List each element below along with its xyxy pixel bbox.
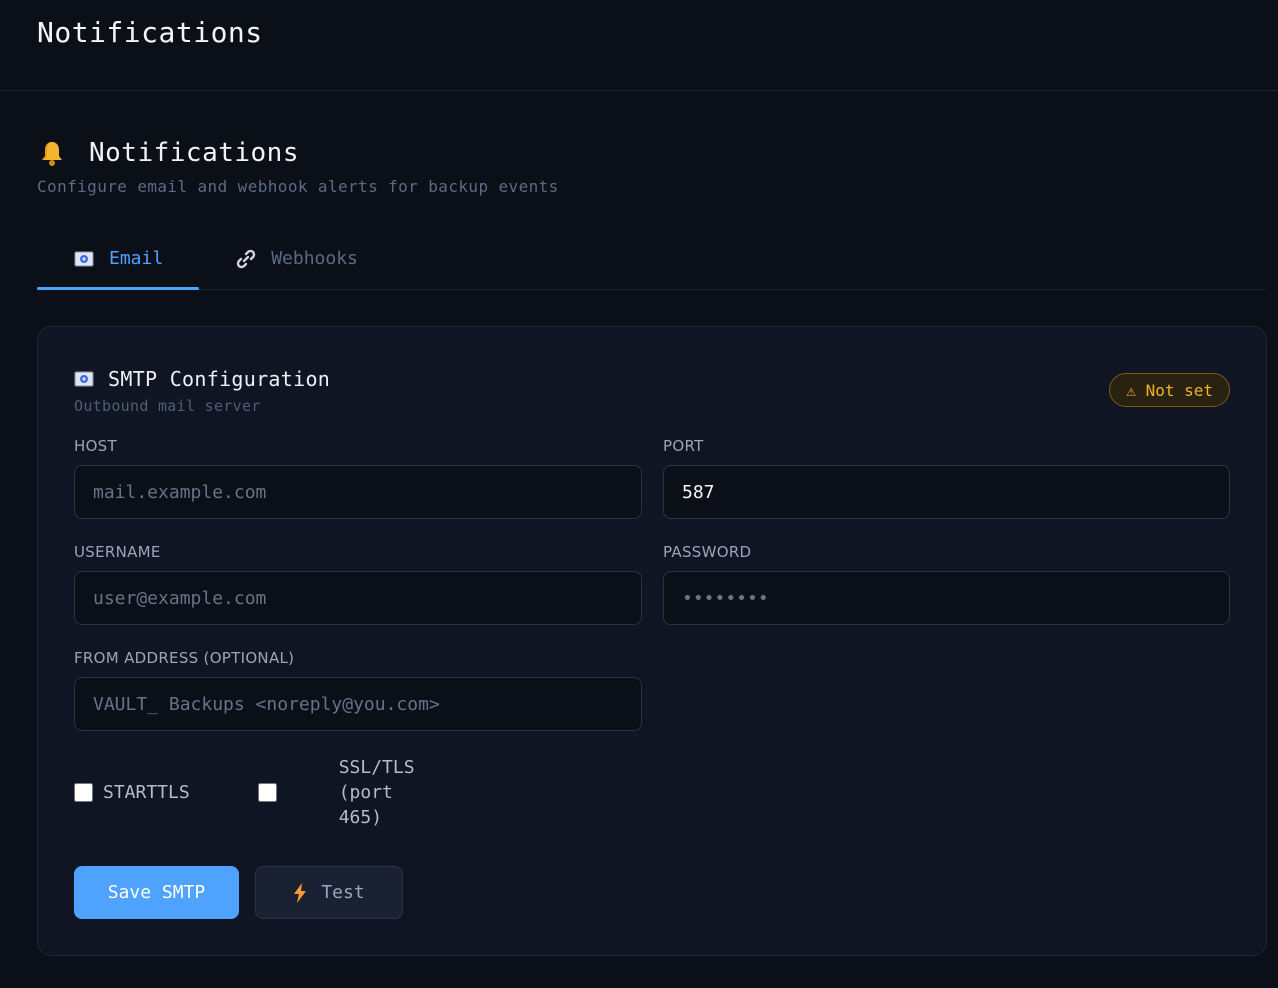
password-label: PASSWORD: [663, 543, 752, 561]
username-field-group: USERNAME: [74, 543, 642, 625]
envelope-icon: [74, 371, 94, 387]
lightning-icon: [293, 882, 307, 903]
main-content: Notifications Configure email and webhoo…: [0, 135, 1278, 956]
starttls-checkbox[interactable]: [74, 783, 93, 802]
envelope-icon: [73, 249, 95, 269]
tab-webhooks[interactable]: Webhooks: [199, 236, 394, 289]
starttls-option[interactable]: STARTTLS: [74, 780, 190, 805]
host-label: HOST: [74, 437, 117, 455]
ssl-option[interactable]: SSL/TLS (port 465): [257, 755, 439, 830]
password-input[interactable]: [663, 571, 1230, 625]
smtp-card: SMTP Configuration Outbound mail server …: [37, 326, 1267, 956]
smtp-card-header: SMTP Configuration Outbound mail server …: [74, 365, 1230, 415]
page-title: Notifications: [37, 16, 263, 49]
link-icon: [235, 249, 257, 269]
smtp-title: SMTP Configuration: [108, 367, 331, 391]
tab-bar: Email Webhooks: [37, 236, 1266, 290]
smtp-subtitle: Outbound mail server: [74, 397, 261, 415]
from-field-group: FROM ADDRESS (OPTIONAL): [74, 649, 642, 731]
username-input[interactable]: [74, 571, 642, 625]
host-input[interactable]: [74, 465, 642, 519]
port-field-group: PORT: [663, 437, 1230, 519]
section-title: Notifications: [89, 138, 299, 168]
top-bar: Notifications: [0, 0, 1278, 91]
port-label: PORT: [663, 437, 704, 455]
from-label: FROM ADDRESS (OPTIONAL): [74, 649, 295, 667]
password-field-group: PASSWORD: [663, 543, 1230, 625]
ssl-label: SSL/TLS (port 465): [338, 757, 415, 828]
tab-email[interactable]: Email: [37, 236, 200, 290]
host-field-group: HOST: [74, 437, 642, 519]
save-smtp-button[interactable]: Save SMTP: [74, 866, 239, 919]
tab-webhooks-label: Webhooks: [271, 248, 358, 269]
status-badge: ⚠ Not set: [1109, 373, 1230, 407]
ssl-checkbox[interactable]: [257, 783, 277, 802]
test-button[interactable]: Test: [255, 866, 403, 919]
smtp-title-row: SMTP Configuration: [74, 365, 330, 393]
smtp-form: HOST PORT USERNAME PASSWORD FROM ADDRESS…: [74, 437, 1230, 731]
tab-email-label: Email: [109, 248, 164, 269]
bell-icon: [37, 138, 71, 168]
section-subtitle: Configure email and webhook alerts for b…: [37, 177, 559, 196]
from-input[interactable]: [74, 677, 642, 731]
tls-options: STARTTLS SSL/TLS (port 465): [74, 755, 1230, 830]
username-label: USERNAME: [74, 543, 161, 561]
starttls-label: STARTTLS: [103, 782, 190, 803]
test-button-label: Test: [321, 882, 365, 903]
section-header: Notifications: [37, 135, 1266, 171]
smtp-actions: Save SMTP Test: [74, 866, 1230, 919]
port-input[interactable]: [663, 465, 1230, 519]
